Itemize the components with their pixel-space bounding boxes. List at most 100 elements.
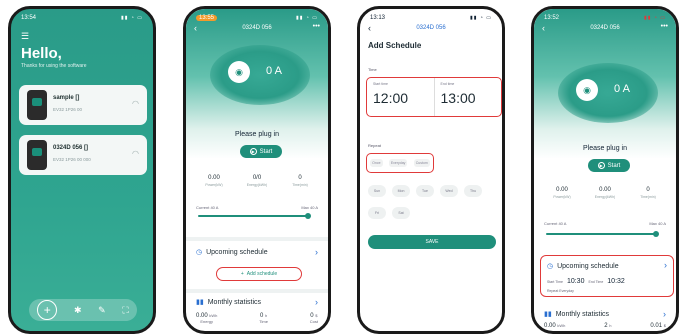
bottom-toolbar: + ✱ ✎ ⛶ — [29, 299, 137, 321]
add-schedule-button[interactable]: + Add schedule — [216, 267, 302, 281]
wifi-icon: ◉ — [228, 61, 250, 83]
chevron-right-icon: › — [663, 309, 666, 319]
signal-icon: ▮▮ ◔ ▭ — [469, 15, 492, 21]
start-button[interactable]: ▶ Start — [240, 145, 282, 158]
clock-icon: ◷ — [196, 249, 203, 256]
device-name: sample [] — [53, 95, 80, 101]
day-chip[interactable]: Sat — [392, 207, 410, 219]
current-slider-track[interactable] — [198, 215, 308, 217]
page-title: 0324D 056 — [242, 25, 272, 31]
phone-add-schedule: 13:13 ▮▮ ◔ ▭ ‹ 0324D 056 Add Schedule Ti… — [357, 6, 505, 334]
add-device-icon[interactable]: + — [37, 300, 58, 320]
monthly-cost: 0.01 $ — [650, 323, 666, 329]
wifi-icon: ◉ — [576, 79, 598, 101]
repeat-section-label: Repeat — [368, 143, 381, 148]
phone-device-detail: 13:55 ▮▮ ◔ ▭ ‹ 0324D 056 ••• ◉ 0 A Pleas… — [183, 6, 331, 334]
menu-icon[interactable]: ☰ — [21, 31, 29, 42]
day-chip[interactable]: Thu — [464, 185, 482, 197]
chevron-right-icon: › — [664, 260, 667, 270]
device-card[interactable]: sample [] EV32 1P26 00 ◠ — [19, 85, 147, 125]
current-slider-track[interactable] — [546, 233, 656, 235]
day-chip[interactable]: Sun — [368, 185, 386, 197]
section-divider — [186, 237, 328, 241]
repeat-chip[interactable]: Custom — [413, 159, 430, 167]
status-bar: 13:54 ▮▮ ◔ ▭ — [21, 13, 143, 23]
add-schedule-label: Add schedule — [246, 271, 278, 277]
monthly-energy: 0.00 kWh — [544, 323, 566, 329]
schedule-repeat: Repeat Everyday — [547, 289, 574, 293]
day-chip[interactable]: Fri — [368, 207, 386, 219]
amp-readout: 0 A — [266, 65, 282, 77]
bluetooth-icon[interactable]: ✱ — [74, 305, 82, 316]
live-stats: 0.00 Power(kW) 0/0 Energy(kWh) 0 Time(min) — [194, 175, 320, 187]
time-section-label: Time — [368, 67, 377, 72]
charger-image — [27, 90, 47, 120]
monthly-label: Monthly statistics — [555, 310, 610, 318]
status-time: 13:13 — [370, 15, 386, 21]
device-card[interactable]: 0324D 056 [] EV32 1P26 00 000 ◠ — [19, 135, 147, 175]
play-icon: ▶ — [249, 148, 257, 155]
repeat-options: Once Everyday Custom — [366, 153, 434, 173]
day-chip[interactable]: Wed — [440, 185, 458, 197]
repeat-chip[interactable]: Everyday — [388, 159, 408, 167]
status-time: 13:54 — [21, 15, 37, 21]
status-bar: 13:52 ▮▮ ◔ ▭ — [544, 13, 666, 23]
upcoming-schedule-row[interactable]: ◷ Upcoming schedule › — [196, 247, 318, 257]
upcoming-schedule-card[interactable]: ◷ Upcoming schedule › Start Time 10:30 En… — [540, 255, 674, 297]
day-chip[interactable]: Tue — [416, 185, 434, 197]
monthly-time: 0 h Time — [259, 313, 268, 324]
start-label: Start — [259, 148, 273, 155]
amp-readout: 0 A — [614, 83, 630, 95]
device-serial: EV32 1P26 00 — [53, 107, 83, 112]
start-button[interactable]: ▶ Start — [588, 159, 630, 172]
repeat-chip[interactable]: Once — [370, 159, 383, 167]
more-icon[interactable]: ••• — [661, 23, 668, 30]
schedule-times: Start Time 10:30 End Time 10:32 — [547, 278, 625, 285]
device-name: 0324D 056 [] — [53, 145, 89, 151]
monthly-energy: 0.00 kWh Energy — [196, 313, 218, 324]
status-time: 13:55 — [196, 15, 218, 21]
monthly-label: Monthly statistics — [207, 298, 262, 306]
time-picker: Start time 12:00 End time 13:00 — [366, 77, 502, 117]
upcoming-header: ◷ Upcoming schedule — [547, 262, 619, 271]
section-divider — [186, 289, 328, 293]
play-icon: ▶ — [597, 162, 605, 169]
monthly-stats: 0.00 kWh 2 h 0.01 $ — [544, 323, 666, 329]
save-button[interactable]: SAVE — [368, 235, 496, 249]
signal-icon: ▮▮ ◔ ▭ — [120, 15, 143, 21]
status-bar: 13:13 ▮▮ ◔ ▭ — [370, 13, 492, 23]
current-slider-knob[interactable] — [305, 213, 311, 219]
charger-image — [27, 140, 47, 170]
greeting-subtitle: Thanks for using the software — [21, 63, 87, 69]
chevron-right-icon: › — [315, 297, 318, 307]
monthly-cost: 0 $ Cost — [309, 313, 318, 324]
live-stats: 0.00 Power(kW) 0.00 Energy(kWh) 0 Time(min) — [542, 187, 668, 199]
current-slider-labels: Current 40 A Max 40 A — [196, 205, 318, 210]
current-slider-knob[interactable] — [653, 231, 659, 237]
phone-device-detail-scheduled: 13:52 ▮▮ ◔ ▭ ‹ 0324D 056 ••• ◉ 0 A Pleas… — [531, 6, 679, 334]
page-heading: Add Schedule — [368, 41, 422, 50]
scan-icon[interactable]: ⛶ — [122, 305, 128, 316]
day-chip[interactable]: Mon — [392, 185, 410, 197]
end-time-field[interactable]: End time 13:00 — [433, 78, 502, 116]
upcoming-label: Upcoming schedule — [557, 262, 619, 270]
wifi-icon: ◠ — [132, 149, 139, 158]
clock-icon: ◷ — [547, 263, 554, 270]
start-label: Start — [607, 162, 621, 169]
phone-device-list: 13:54 ▮▮ ◔ ▭ ☰ Hello, Thanks for using t… — [8, 6, 156, 334]
monthly-statistics-row[interactable]: ▮▮ Monthly statistics › — [196, 297, 318, 307]
more-icon[interactable]: ••• — [313, 23, 320, 30]
device-serial: EV32 1P26 00 000 — [53, 157, 91, 162]
status-time: 13:52 — [544, 15, 560, 21]
plug-status: Please plug in — [583, 145, 627, 152]
stat-power: 0.00 Power(kW) — [553, 187, 571, 199]
stat-energy: 0/0 Energy(kWh) — [246, 175, 268, 187]
signal-icon: ▮▮ ◔ ▭ — [295, 15, 318, 21]
weekday-row: Fri Sat — [368, 207, 410, 219]
bar-chart-icon: ▮▮ — [544, 311, 552, 318]
charger-status-ring: ◉ 0 A — [558, 63, 658, 123]
monthly-statistics-row[interactable]: ▮▮ Monthly statistics › — [544, 309, 666, 319]
page-title: 0324D 056 — [416, 25, 446, 31]
edit-icon[interactable]: ✎ — [98, 305, 106, 316]
start-time-field[interactable]: Start time 12:00 — [367, 78, 434, 116]
